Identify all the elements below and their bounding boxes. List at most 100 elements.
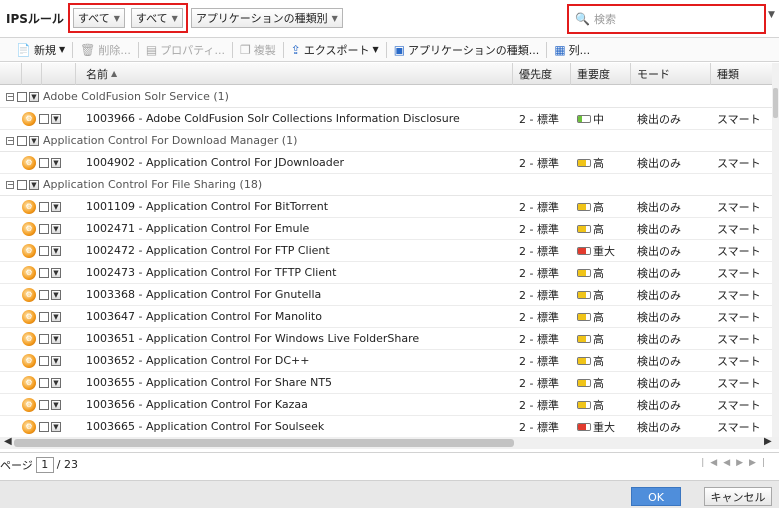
apptype-button[interactable]: ▣ アプリケーションの種類... bbox=[388, 42, 546, 58]
table-row[interactable]: ⚙ ▼ 1003651 - Application Control For Wind… bbox=[0, 328, 772, 350]
new-button[interactable]: 📄 新規 ▼ bbox=[10, 42, 71, 58]
table-row[interactable]: ⚙ ▼ 1003368 - Application Control For Gnut… bbox=[0, 284, 772, 306]
row-menu-icon[interactable]: ▼ bbox=[51, 311, 61, 322]
search-box[interactable]: 🔍 検索 bbox=[567, 4, 766, 34]
row-menu-icon[interactable]: ▼ bbox=[51, 223, 61, 234]
group-row[interactable]: − ▼ Application Control For Download Manag… bbox=[0, 130, 772, 152]
column-header-type[interactable]: 種類 bbox=[711, 63, 772, 85]
row-menu-icon[interactable]: ▼ bbox=[51, 399, 61, 410]
row-checkbox[interactable] bbox=[39, 289, 49, 300]
group-row[interactable]: − ▼ Application Control For File Sharing (… bbox=[0, 174, 772, 196]
row-menu-icon[interactable]: ▼ bbox=[51, 113, 61, 124]
rule-mode: 検出のみ bbox=[637, 244, 681, 258]
chevron-down-icon: ▼ bbox=[331, 13, 338, 23]
table-row[interactable]: ⚙ ▼ 1003966 - Adobe ColdFusion Solr Collec… bbox=[0, 108, 772, 130]
page-number-input[interactable]: 1 bbox=[35, 456, 54, 473]
row-menu-icon[interactable]: ▼ bbox=[51, 245, 61, 256]
filter-group-highlight: すべて ▼ すべて ▼ bbox=[67, 3, 188, 33]
group-menu-icon[interactable]: ▼ bbox=[29, 135, 39, 146]
table-row[interactable]: ⚙ ▼ 1003665 - Application Control For Soul… bbox=[0, 416, 772, 437]
table-row[interactable]: ⚙ ▼ 1002471 - Application Control For Emul… bbox=[0, 218, 772, 240]
row-checkbox[interactable] bbox=[39, 223, 49, 234]
row-checkbox[interactable] bbox=[39, 399, 49, 410]
collapse-icon[interactable]: − bbox=[6, 136, 14, 145]
row-menu-icon[interactable]: ▼ bbox=[51, 377, 61, 388]
group-menu-icon[interactable]: ▼ bbox=[29, 91, 39, 102]
row-controls: ⚙ ▼ bbox=[0, 287, 76, 302]
table-row[interactable]: ⚙ ▼ 1003652 - Application Control For DC++… bbox=[0, 350, 772, 372]
table-row[interactable]: ⚙ ▼ 1003647 - Application Control For Mano… bbox=[0, 306, 772, 328]
rules-table: − ▼ Adobe ColdFusion Solr Service (1) ⚙ ▼ 100… bbox=[0, 86, 772, 437]
row-checkbox[interactable] bbox=[39, 113, 49, 124]
search-options-icon[interactable]: ▼ bbox=[768, 10, 775, 20]
filter-all-dropdown-1[interactable]: すべて ▼ bbox=[72, 8, 125, 28]
delete-button[interactable]: 🗑 削除... bbox=[74, 42, 137, 58]
severity-bar-icon bbox=[577, 158, 591, 167]
row-checkbox[interactable] bbox=[39, 311, 49, 322]
row-menu-icon[interactable]: ▼ bbox=[51, 267, 61, 278]
rule-name: 1003656 - Application Control For Kazaa bbox=[86, 398, 308, 411]
group-checkbox[interactable] bbox=[17, 179, 27, 190]
row-checkbox[interactable] bbox=[39, 267, 49, 278]
next-page-icon[interactable]: ▶ bbox=[736, 458, 749, 468]
table-row[interactable]: ⚙ ▼ 1002473 - Application Control For TFTP… bbox=[0, 262, 772, 284]
group-menu-icon[interactable]: ▼ bbox=[29, 179, 39, 190]
table-row[interactable]: ⚙ ▼ 1004902 - Application Control For JDow… bbox=[0, 152, 772, 174]
vertical-scrollbar[interactable] bbox=[772, 63, 779, 437]
scroll-right-icon[interactable]: ▶ bbox=[764, 436, 772, 447]
rule-gear-icon: ⚙ bbox=[22, 265, 36, 280]
vertical-scroll-thumb[interactable] bbox=[773, 88, 778, 118]
prev-page-icon[interactable]: ◀ bbox=[723, 458, 736, 468]
column-header-severity[interactable]: 重要度 bbox=[571, 62, 631, 85]
table-row[interactable]: ⚙ ▼ 1003655 - Application Control For Shar… bbox=[0, 372, 772, 394]
rule-gear-icon: ⚙ bbox=[22, 243, 36, 258]
row-checkbox[interactable] bbox=[39, 355, 49, 366]
row-controls: ⚙ ▼ bbox=[0, 243, 76, 258]
rule-priority: 2 - 標準 bbox=[519, 288, 559, 302]
group-row[interactable]: − ▼ Adobe ColdFusion Solr Service (1) bbox=[0, 86, 772, 108]
rule-type: スマート bbox=[717, 156, 761, 170]
row-checkbox[interactable] bbox=[39, 157, 49, 168]
columns-button[interactable]: ▦ 列... bbox=[548, 42, 596, 58]
rule-priority: 2 - 標準 bbox=[519, 222, 559, 236]
row-menu-icon[interactable]: ▼ bbox=[51, 421, 61, 432]
rule-gear-icon: ⚙ bbox=[22, 221, 36, 236]
row-menu-icon[interactable]: ▼ bbox=[51, 289, 61, 300]
filter-all-label-2: すべて bbox=[135, 12, 168, 25]
last-page-icon[interactable]: ▶| bbox=[749, 458, 771, 468]
apptype-label: アプリケーションの種類... bbox=[408, 43, 540, 57]
rule-gear-icon: ⚙ bbox=[22, 375, 36, 390]
scroll-left-icon[interactable]: ◀ bbox=[4, 436, 12, 447]
row-menu-icon[interactable]: ▼ bbox=[51, 333, 61, 344]
column-header-name[interactable]: 名前 ▲ bbox=[76, 62, 513, 85]
duplicate-button[interactable]: ❐ 複製 bbox=[234, 42, 282, 58]
row-menu-icon[interactable]: ▼ bbox=[51, 355, 61, 366]
header-check-col[interactable] bbox=[22, 62, 42, 85]
row-menu-icon[interactable]: ▼ bbox=[51, 157, 61, 168]
collapse-icon[interactable]: − bbox=[6, 180, 14, 189]
horizontal-scroll-thumb[interactable] bbox=[14, 439, 514, 447]
group-checkbox[interactable] bbox=[17, 91, 27, 102]
table-row[interactable]: ⚙ ▼ 1001109 - Application Control For BitT… bbox=[0, 196, 772, 218]
row-checkbox[interactable] bbox=[39, 421, 49, 432]
properties-button[interactable]: ▤ プロパティ... bbox=[140, 42, 231, 58]
search-input[interactable]: 検索 bbox=[594, 11, 616, 27]
collapse-icon[interactable]: − bbox=[6, 92, 14, 101]
row-menu-icon[interactable]: ▼ bbox=[51, 201, 61, 212]
filter-all-dropdown-2[interactable]: すべて ▼ bbox=[130, 8, 183, 28]
row-checkbox[interactable] bbox=[39, 377, 49, 388]
row-checkbox[interactable] bbox=[39, 201, 49, 212]
column-header-priority[interactable]: 優先度 bbox=[513, 62, 571, 85]
chevron-down-icon: ▼ bbox=[171, 13, 178, 23]
row-checkbox[interactable] bbox=[39, 333, 49, 344]
export-button[interactable]: ⇪ エクスポート ▼ bbox=[285, 42, 385, 58]
row-checkbox[interactable] bbox=[39, 245, 49, 256]
cancel-button[interactable]: キャンセル bbox=[704, 487, 772, 506]
table-row[interactable]: ⚙ ▼ 1002472 - Application Control For FTP … bbox=[0, 240, 772, 262]
group-checkbox[interactable] bbox=[17, 135, 27, 146]
apptype-filter-dropdown[interactable]: アプリケーションの種類別 ▼ bbox=[190, 8, 343, 28]
column-header-mode[interactable]: モード bbox=[631, 62, 711, 85]
ok-button[interactable]: OK bbox=[631, 487, 681, 506]
first-page-icon[interactable]: |◀ bbox=[701, 458, 723, 468]
table-row[interactable]: ⚙ ▼ 1003656 - Application Control For Kaza… bbox=[0, 394, 772, 416]
